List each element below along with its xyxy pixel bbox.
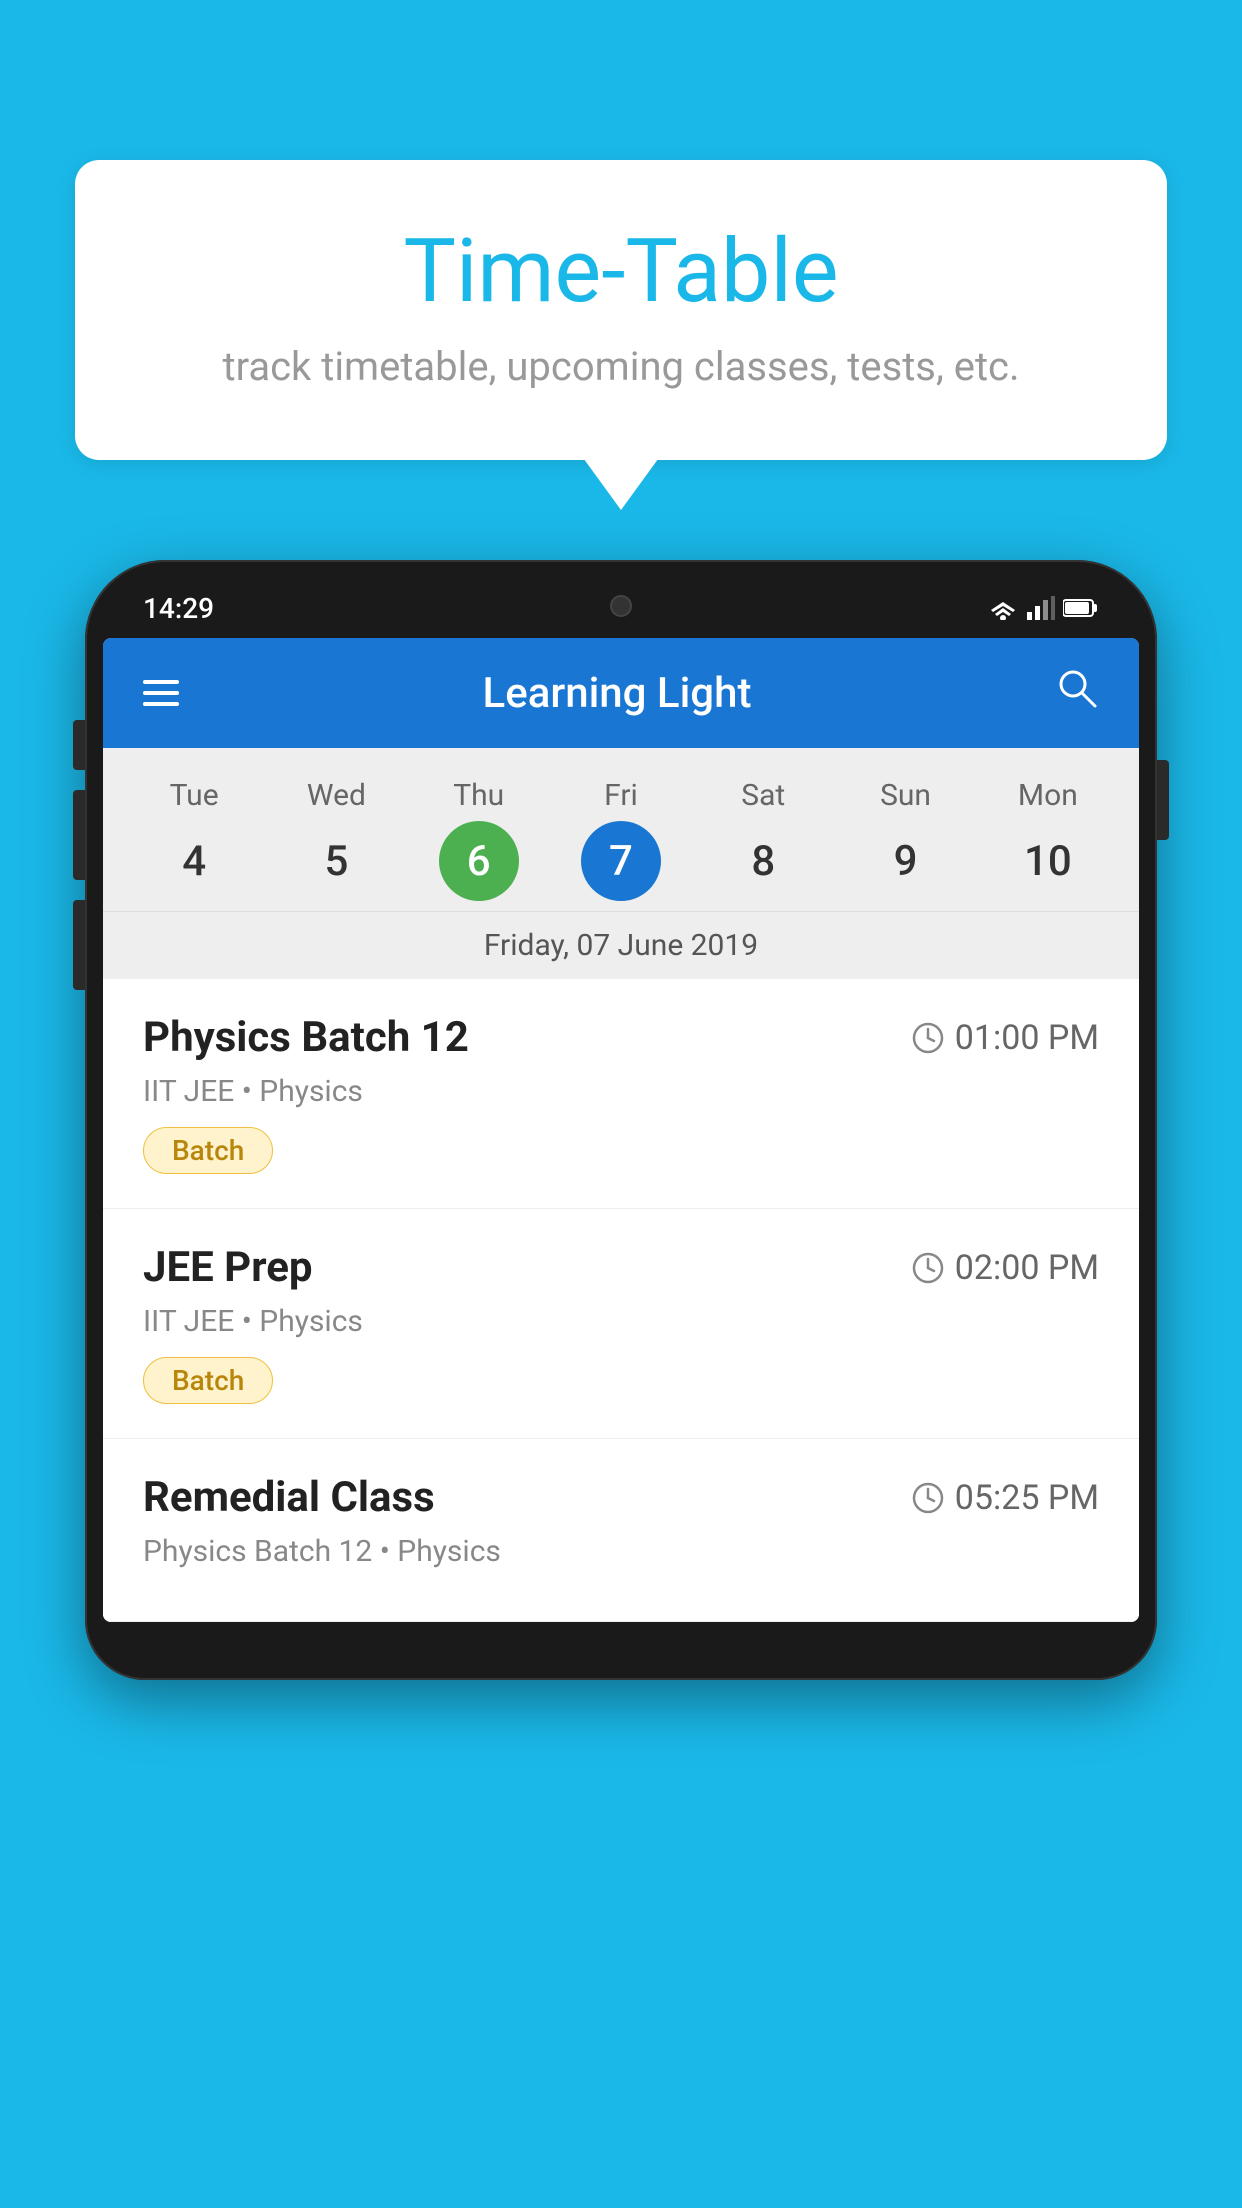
schedule-title: Remedial Class xyxy=(143,1473,435,1522)
schedule-list: Physics Batch 12 01:00 PM IIT JEE • Physic… xyxy=(103,979,1139,1622)
phone-outer: 14:29 xyxy=(85,560,1157,1680)
weekday-label: Thu xyxy=(414,778,544,813)
wifi-icon xyxy=(987,596,1019,620)
status-time: 14:29 xyxy=(143,592,214,625)
schedule-time: 01:00 PM xyxy=(911,1018,1099,1058)
status-bar: 14:29 xyxy=(103,578,1139,638)
power-button xyxy=(1157,760,1169,840)
schedule-item-header: JEE Prep 02:00 PM xyxy=(143,1243,1099,1292)
weekday-label: Sat xyxy=(698,778,828,813)
time-text: 05:25 PM xyxy=(955,1478,1099,1518)
time-text: 02:00 PM xyxy=(955,1248,1099,1288)
date-number: 5 xyxy=(296,821,376,901)
speech-bubble-container: Time-Table track timetable, upcoming cla… xyxy=(75,160,1167,460)
speech-bubble: Time-Table track timetable, upcoming cla… xyxy=(75,160,1167,460)
weekday-label: Sun xyxy=(841,778,971,813)
date-number: 10 xyxy=(1008,821,1088,901)
battery-icon xyxy=(1063,597,1099,619)
date-number: 6 xyxy=(439,821,519,901)
calendar-day-wed[interactable]: Wed 5 xyxy=(271,778,401,901)
schedule-time: 05:25 PM xyxy=(911,1478,1099,1518)
weekday-label: Tue xyxy=(129,778,259,813)
hamburger-menu-button[interactable] xyxy=(143,680,179,706)
calendar-section: Tue 4 Wed 5 Thu 6 Fri 7 Sat 8 Sun 9 Mon 10 Friday, 07… xyxy=(103,748,1139,979)
schedule-item[interactable]: Remedial Class 05:25 PM Physics Batch 12 •… xyxy=(103,1439,1139,1622)
schedule-time: 02:00 PM xyxy=(911,1248,1099,1288)
calendar-day-sat[interactable]: Sat 8 xyxy=(698,778,828,901)
phone-bottom xyxy=(103,1622,1139,1662)
schedule-item[interactable]: Physics Batch 12 01:00 PM IIT JEE • Physic… xyxy=(103,979,1139,1209)
selected-date-label: Friday, 07 June 2019 xyxy=(103,911,1139,979)
notch xyxy=(531,578,711,633)
clock-icon xyxy=(911,1021,945,1055)
weekday-label: Wed xyxy=(271,778,401,813)
weekday-label: Mon xyxy=(983,778,1113,813)
volume-up-button xyxy=(73,790,85,880)
batch-badge: Batch xyxy=(143,1127,273,1174)
schedule-title: Physics Batch 12 xyxy=(143,1013,469,1062)
schedule-item-header: Physics Batch 12 01:00 PM xyxy=(143,1013,1099,1062)
date-number: 9 xyxy=(866,821,946,901)
calendar-day-mon[interactable]: Mon 10 xyxy=(983,778,1113,901)
calendar-day-sun[interactable]: Sun 9 xyxy=(841,778,971,901)
schedule-subtitle: Physics Batch 12 • Physics xyxy=(143,1534,1099,1569)
search-icon xyxy=(1055,666,1099,710)
search-button[interactable] xyxy=(1055,666,1099,720)
schedule-item[interactable]: JEE Prep 02:00 PM IIT JEE • Physics Batch xyxy=(103,1209,1139,1439)
calendar-day-tue[interactable]: Tue 4 xyxy=(129,778,259,901)
bubble-title: Time-Table xyxy=(155,220,1087,323)
volume-down-button xyxy=(73,900,85,990)
camera xyxy=(610,595,632,617)
status-icons xyxy=(987,596,1099,620)
mute-button xyxy=(73,720,85,770)
signal-icon xyxy=(1027,596,1055,620)
time-text: 01:00 PM xyxy=(955,1018,1099,1058)
date-number: 4 xyxy=(154,821,234,901)
bubble-subtitle: track timetable, upcoming classes, tests… xyxy=(155,343,1087,390)
calendar-day-thu[interactable]: Thu 6 xyxy=(414,778,544,901)
clock-icon xyxy=(911,1251,945,1285)
phone-screen: Learning Light Tue4Wed5Thu6Fri7Sat8Sun9M… xyxy=(103,638,1139,1622)
calendar-row: Tue 4 Wed 5 Thu 6 Fri 7 Sat 8 Sun 9 Mon 10 xyxy=(103,768,1139,911)
schedule-title: JEE Prep xyxy=(143,1243,313,1292)
schedule-subtitle: IIT JEE • Physics xyxy=(143,1074,1099,1109)
clock-icon xyxy=(911,1481,945,1515)
weekday-label: Fri xyxy=(556,778,686,813)
batch-badge: Batch xyxy=(143,1357,273,1404)
phone-mockup: 14:29 xyxy=(85,560,1157,2208)
date-number: 8 xyxy=(723,821,803,901)
date-number: 7 xyxy=(581,821,661,901)
schedule-subtitle: IIT JEE • Physics xyxy=(143,1304,1099,1339)
app-title: Learning Light xyxy=(483,669,752,718)
calendar-day-fri[interactable]: Fri 7 xyxy=(556,778,686,901)
schedule-item-header: Remedial Class 05:25 PM xyxy=(143,1473,1099,1522)
app-header: Learning Light xyxy=(103,638,1139,748)
